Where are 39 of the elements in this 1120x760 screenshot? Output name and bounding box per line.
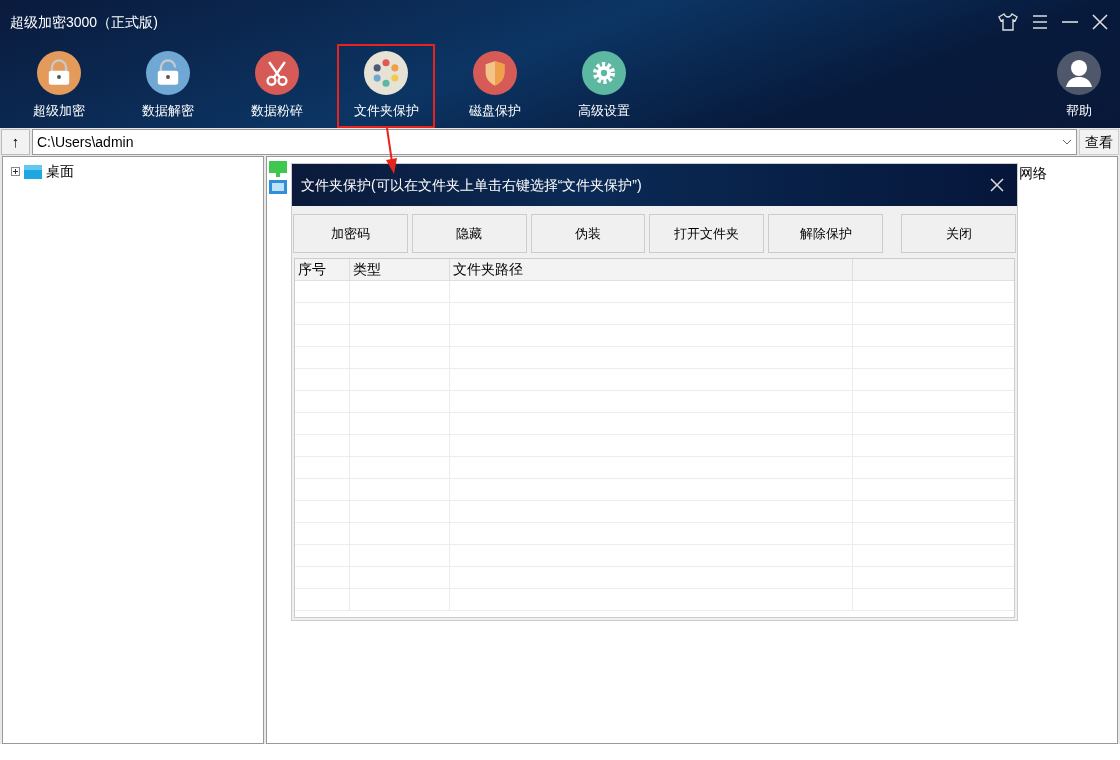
help-button[interactable]: 帮助 — [1048, 44, 1110, 128]
up-button[interactable]: ↑ — [1, 129, 30, 155]
dialog-button[interactable]: 打开文件夹 — [649, 214, 765, 253]
control-panel-icon — [269, 180, 287, 194]
dropdown-caret-icon[interactable] — [1062, 139, 1072, 145]
window-title: 超级加密3000（正式版) — [10, 12, 158, 32]
dialog-button[interactable]: 加密码 — [293, 214, 408, 253]
network-item[interactable]: 网络 — [1019, 163, 1047, 184]
toolbar-button[interactable]: 超级加密 — [10, 44, 108, 128]
close-icon[interactable] — [1092, 14, 1108, 30]
column-header[interactable]: 类型 — [350, 259, 450, 280]
lock-icon — [37, 51, 81, 96]
unlock-icon — [146, 51, 190, 96]
gear-icon — [582, 51, 626, 96]
close-icon[interactable] — [990, 178, 1004, 192]
path-field[interactable]: C:\Users\admin — [32, 129, 1077, 155]
column-header[interactable]: 序号 — [295, 259, 350, 280]
toolbar-button[interactable]: 数据解密 — [119, 44, 217, 128]
dialog-button[interactable]: 伪装 — [530, 214, 646, 253]
scissors-icon — [255, 51, 299, 96]
computer-icon — [269, 161, 287, 177]
dialog-button[interactable]: 解除保护 — [768, 214, 884, 253]
tree-item[interactable]: 桌面 — [46, 161, 74, 182]
dialog-button[interactable]: 隐藏 — [411, 214, 527, 253]
toolbar-button[interactable]: 文件夹保护 — [337, 44, 435, 128]
shirt-icon[interactable] — [998, 13, 1018, 31]
desktop-icon — [24, 164, 42, 179]
dialog-title: 文件夹保护(可以在文件夹上单击右键选择“文件夹保护”) — [301, 175, 642, 195]
toolbar-button[interactable]: 高级设置 — [555, 44, 653, 128]
dialog-button[interactable]: 关闭 — [901, 214, 1016, 253]
view-button[interactable]: 查看 — [1079, 129, 1119, 155]
toolbar-button[interactable]: 数据粉碎 — [228, 44, 326, 128]
shield-icon — [473, 51, 517, 96]
toolbar-button[interactable]: 磁盘保护 — [446, 44, 544, 128]
user-avatar-icon — [1057, 51, 1101, 96]
column-header[interactable]: 文件夹路径 — [450, 259, 853, 280]
expand-toggle[interactable] — [11, 167, 20, 176]
menu-icon[interactable] — [1032, 15, 1048, 29]
palette-icon — [364, 51, 408, 96]
